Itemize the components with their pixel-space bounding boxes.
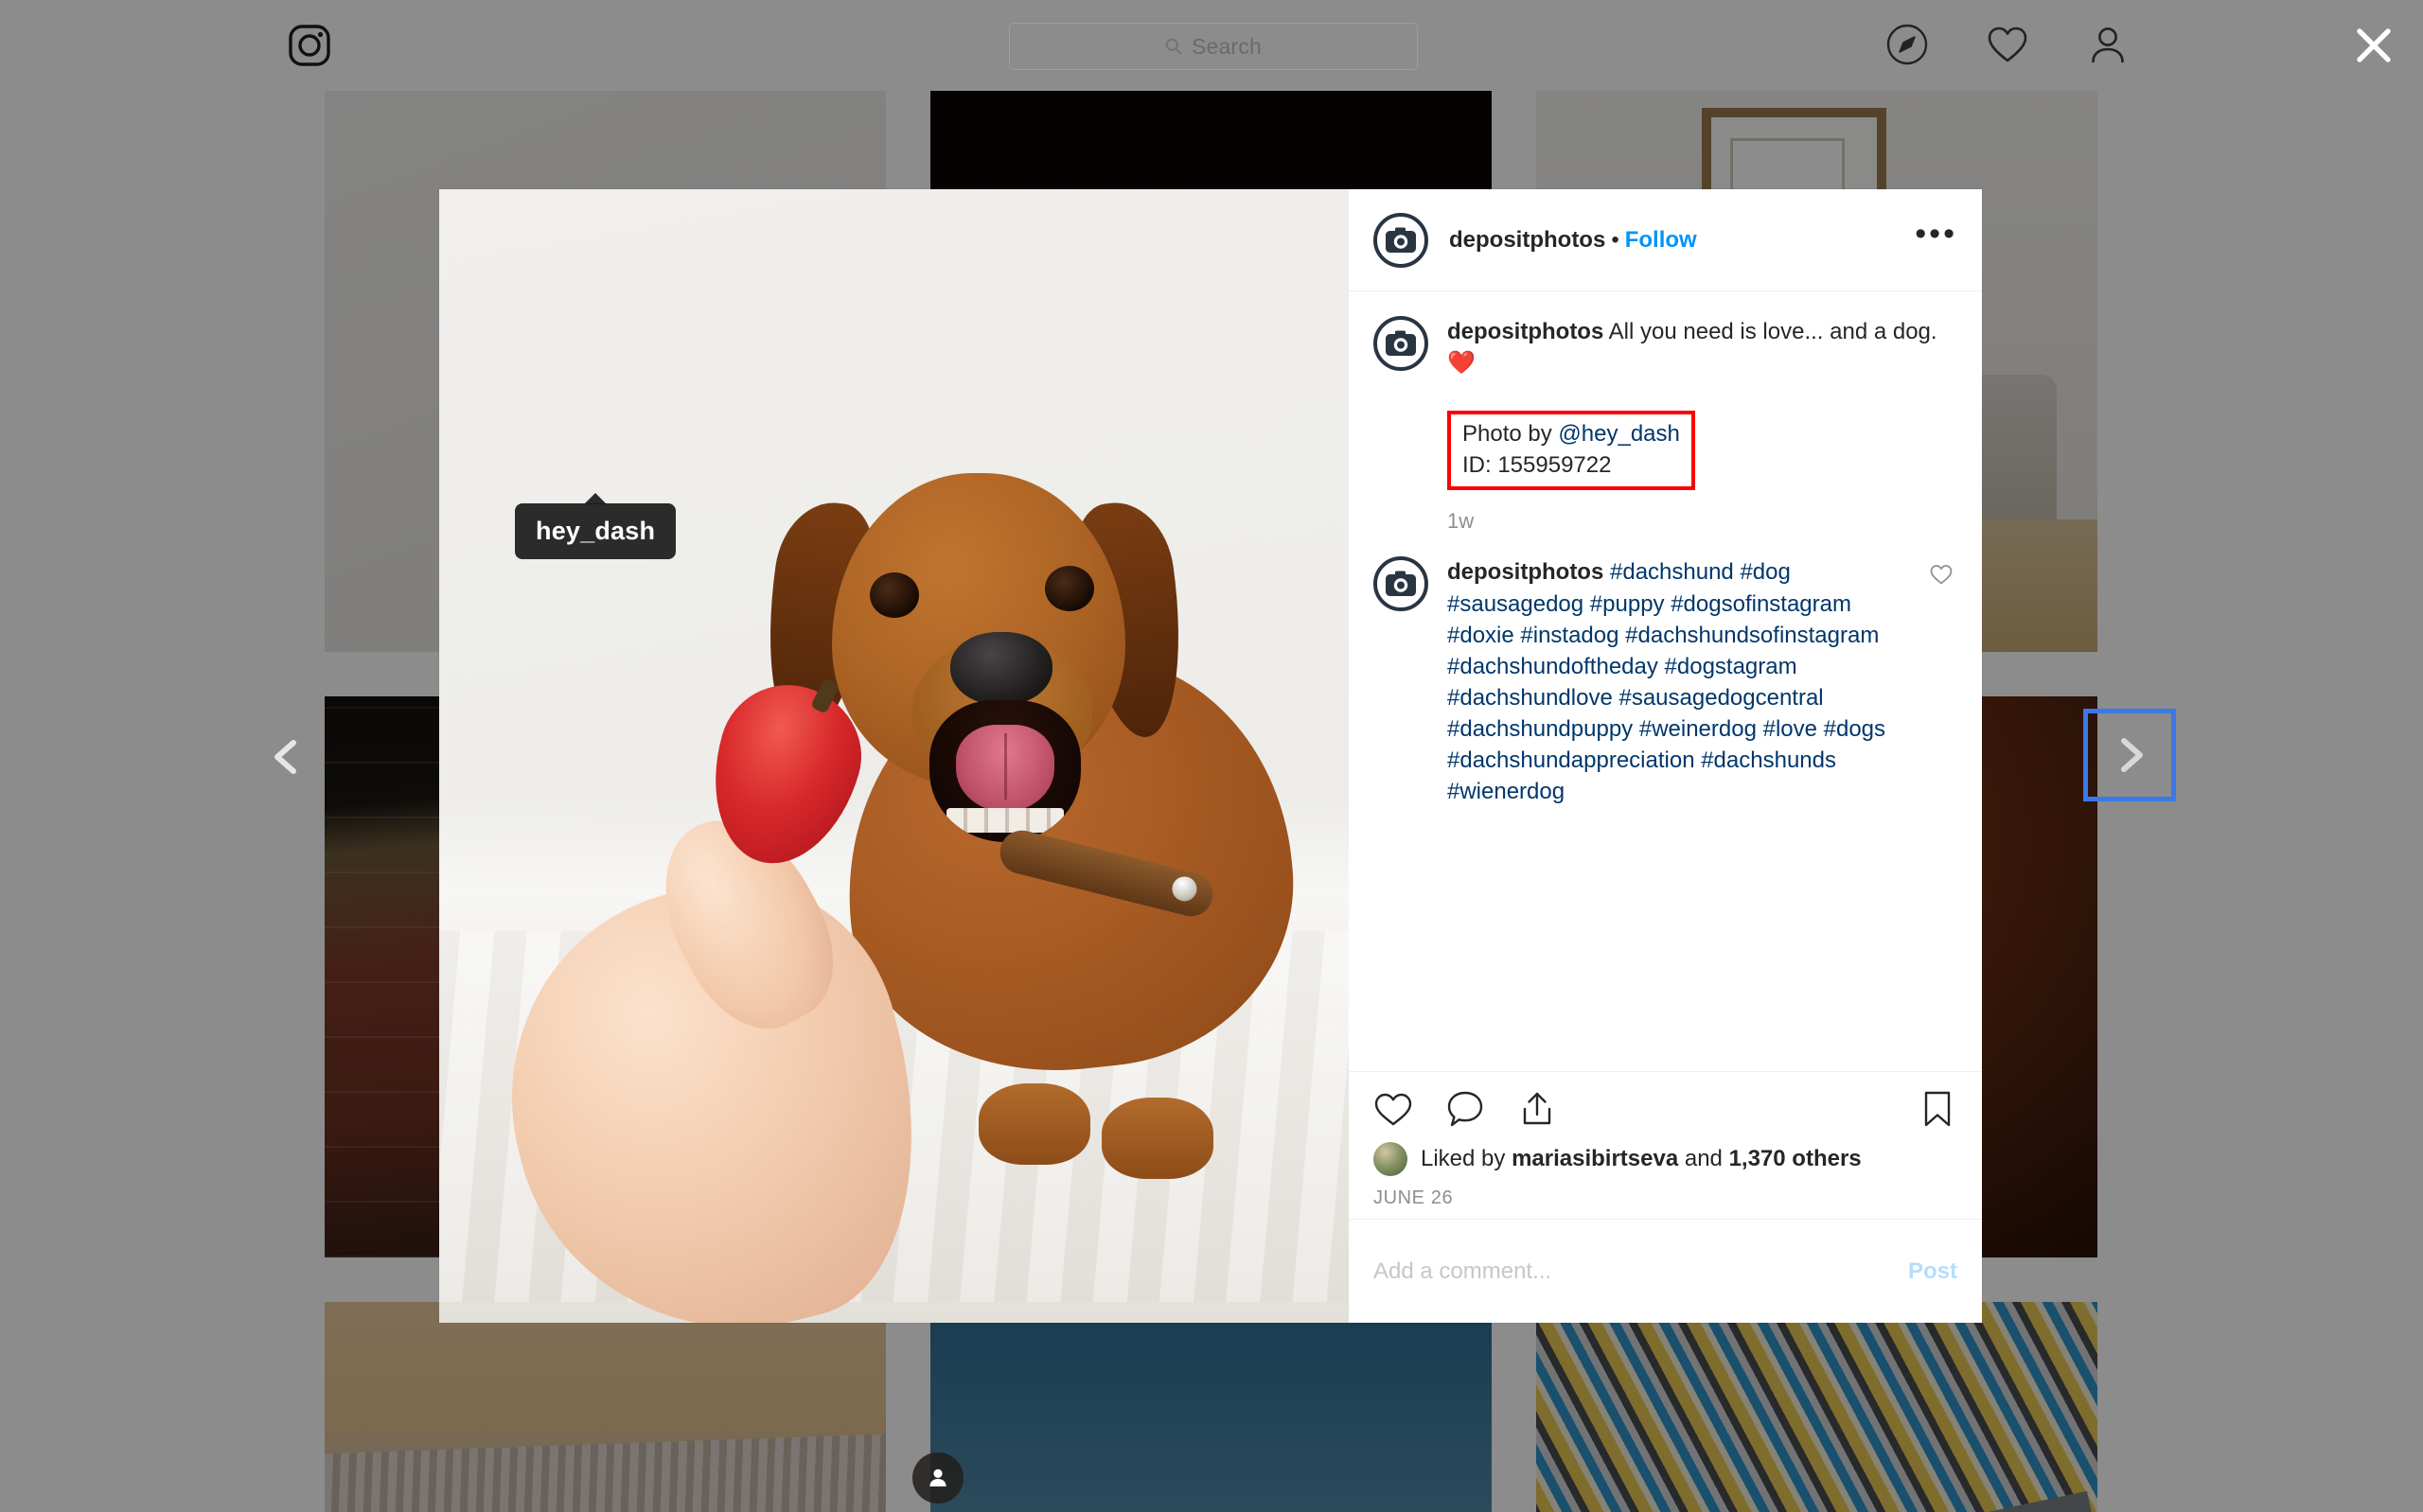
avatar[interactable]	[1373, 316, 1428, 371]
likes-text: Liked by mariasibirtseva and 1,370 other…	[1421, 1146, 1862, 1172]
post-comments-area: depositphotos All you need is love... an…	[1349, 291, 1982, 1071]
like-heart-icon[interactable]	[1373, 1089, 1413, 1129]
likes-count[interactable]: 1,370 others	[1729, 1146, 1862, 1171]
post-actions: Liked by mariasibirtseva and 1,370 other…	[1349, 1071, 1982, 1219]
post-caption-row: depositphotos All you need is love... an…	[1373, 316, 1957, 378]
close-icon[interactable]	[2349, 21, 2398, 70]
caption-text: depositphotos All you need is love... an…	[1447, 316, 1957, 378]
action-icon-row	[1373, 1089, 1957, 1129]
attribution-prefix: Photo by	[1462, 421, 1559, 448]
liker-avatar	[1373, 1142, 1407, 1176]
separator-dot: •	[1611, 226, 1619, 253]
explore-compass-icon[interactable]	[1885, 23, 1929, 66]
instagram-camera-logo-icon[interactable]	[287, 23, 332, 68]
search-input[interactable]: Search	[1009, 23, 1418, 70]
heart-outline-icon[interactable]	[1929, 562, 1957, 807]
attribution-photo-by-line: Photo by @hey_dash	[1462, 418, 1680, 449]
follow-button[interactable]: Follow	[1625, 227, 1697, 253]
post-comment-button[interactable]: Post	[1908, 1258, 1957, 1285]
search-icon	[1165, 38, 1182, 55]
likes-username[interactable]: mariasibirtseva	[1512, 1146, 1678, 1171]
comment-input[interactable]	[1373, 1257, 1908, 1285]
share-arrow-icon[interactable]	[1517, 1089, 1557, 1129]
search-placeholder-text: Search	[1191, 33, 1263, 59]
post-photo[interactable]: hey_dash	[439, 189, 1349, 1323]
comment-row: depositphotos #dachshund #dog #sausagedo…	[1373, 556, 1957, 807]
post-author-username[interactable]: depositphotos	[1449, 227, 1605, 253]
likes-prefix: Liked by	[1421, 1146, 1512, 1171]
post-author-line: depositphotos • Follow	[1449, 227, 1697, 254]
attribution-handle-link[interactable]: @hey_dash	[1558, 421, 1679, 447]
comment-username[interactable]: depositphotos	[1447, 559, 1603, 585]
caption-timestamp: 1w	[1447, 509, 1475, 534]
avatar[interactable]	[1373, 212, 1428, 268]
add-comment-bar: Post	[1349, 1219, 1982, 1323]
comment-bubble-icon[interactable]	[1445, 1089, 1485, 1129]
activity-heart-icon[interactable]	[1986, 23, 2029, 66]
attribution-id-line: ID: 155959722	[1462, 452, 1612, 479]
person-tag-icon[interactable]	[912, 1452, 964, 1503]
post-date: JUNE 26	[1373, 1187, 1454, 1208]
comment-text: depositphotos #dachshund #dog #sausagedo…	[1447, 556, 1910, 807]
post-modal: hey_dash depositphotos • Follow ••• depo…	[439, 189, 1982, 1503]
likes-summary: Liked by mariasibirtseva and 1,370 other…	[1373, 1142, 1957, 1176]
chevron-right-icon[interactable]	[2083, 709, 2176, 801]
comment-hashtags[interactable]: #dachshund #dog #sausagedog #puppy #dogs…	[1447, 559, 1885, 804]
chevron-left-icon[interactable]	[257, 727, 318, 787]
nav-icon-group	[1885, 23, 2130, 66]
page-root: Search hey_dash depositphotos • Follow •…	[0, 0, 2423, 1512]
attribution-highlight-box: Photo by @hey_dash ID: 155959722	[1447, 411, 1695, 491]
profile-person-icon[interactable]	[2086, 23, 2130, 66]
avatar[interactable]	[1373, 556, 1428, 612]
likes-middle: and	[1678, 1146, 1729, 1171]
post-header: depositphotos • Follow •••	[1349, 189, 1982, 291]
more-options-button[interactable]: •••	[1915, 218, 1957, 253]
photo-tag-bubble[interactable]: hey_dash	[515, 503, 677, 559]
top-navigation-bar: Search	[0, 0, 2423, 91]
post-info-pane: depositphotos • Follow ••• depositphotos…	[1349, 189, 1982, 1323]
caption-username[interactable]: depositphotos	[1447, 319, 1603, 344]
bookmark-outline-icon[interactable]	[1918, 1089, 1957, 1129]
